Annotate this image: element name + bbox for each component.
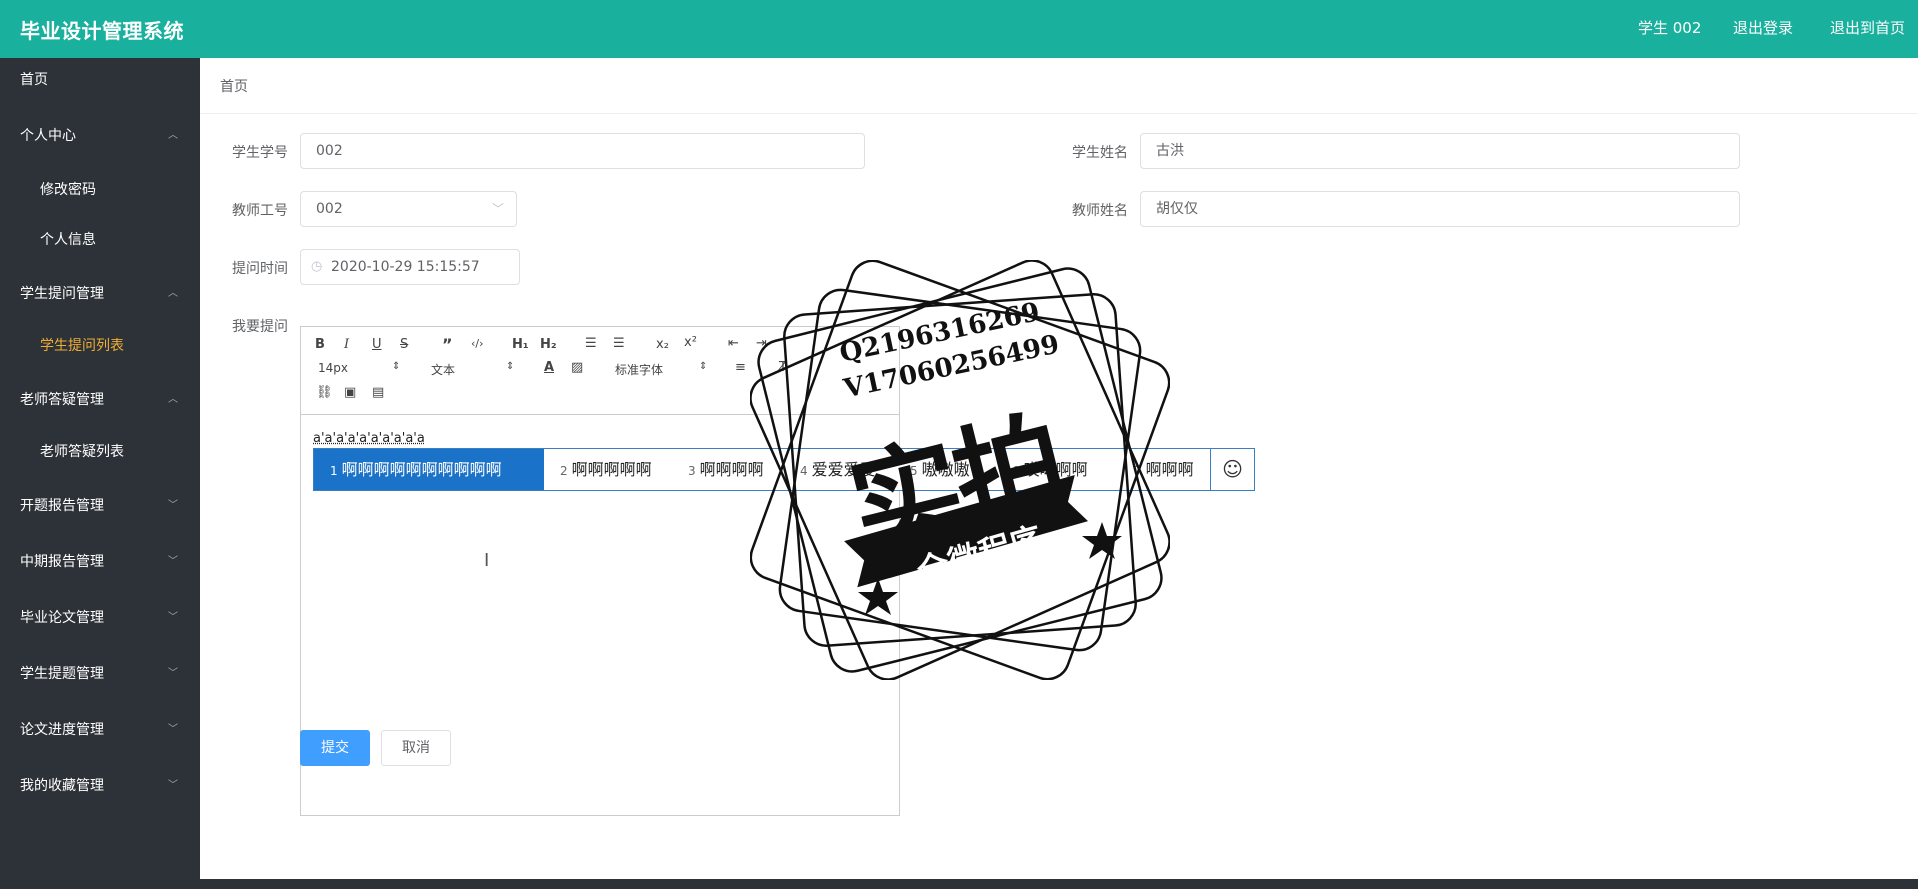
chevron-down-icon: ﹀ [168,612,178,623]
sidebar-item-teacher-answer-list[interactable]: 老师答疑列表 [0,432,200,472]
chevron-updown-icon: ⇕ [392,361,401,372]
chevron-down-icon: ﹀ [168,780,178,791]
divider [200,113,1918,114]
image-icon[interactable]: ▣ [344,385,356,400]
chevron-down-icon: ﹀ [168,556,178,567]
logout-link[interactable]: 退出登录 [1733,17,1793,38]
teacher-name-label: 教师姓名 [1072,203,1128,219]
underline-icon[interactable]: U [372,337,382,352]
question-time-label: 提问时间 [232,261,288,277]
teacher-name-input[interactable]: 胡仅仅 [1140,191,1740,227]
align-icon[interactable]: ≡ [735,360,746,375]
sidebar: 首页 个人中心 ︿ 修改密码 个人信息 学生提问管理 ︿ 学生提问列表 老师答疑管理… [0,58,200,889]
heading2-icon[interactable]: H₂ [540,337,557,352]
sidebar-item-student-question-mgmt[interactable]: 学生提问管理 ︿ [0,274,200,314]
sidebar-item-thesis-mgmt[interactable]: 毕业论文管理 ﹀ [0,598,200,638]
chevron-updown-icon: ⇕ [699,361,708,372]
sidebar-item-midterm-mgmt[interactable]: 中期报告管理 ﹀ [0,542,200,582]
bullet-list-icon[interactable]: ☰ [613,336,625,351]
sidebar-item-personal-info[interactable]: 个人信息 [0,220,200,260]
sidebar-item-home[interactable]: 首页 [0,60,200,100]
sidebar-item-topic-mgmt[interactable]: 学生提题管理 ﹀ [0,654,200,694]
ime-candidate[interactable]: 1 啊啊啊啊啊啊啊啊啊啊 [314,449,544,490]
chevron-up-icon: ︿ [168,288,178,299]
submit-button[interactable]: 提交 [300,730,370,766]
sidebar-item-teacher-answer-mgmt[interactable]: 老师答疑管理 ︿ [0,380,200,420]
font-color-icon[interactable]: A [544,360,554,375]
chevron-down-icon: ﹀ [168,500,178,511]
outdent-icon[interactable]: ⇤ [728,336,739,351]
italic-icon[interactable]: I [344,337,349,352]
app-title: 毕业设计管理系统 [20,19,184,43]
font-size-select[interactable]: 14px [318,361,348,375]
cancel-button[interactable]: 取消 [381,730,451,766]
top-header: 毕业设计管理系统 学生 002 退出登录 退出到首页 [0,0,1918,58]
watermark-stamp: Q2196316269 V17060256499 实拍 全微程序 [749,259,1171,681]
subscript-icon[interactable]: x₂ [656,337,669,352]
student-name-label: 学生姓名 [1072,145,1128,161]
breadcrumb[interactable]: 首页 [220,76,248,96]
student-id-label: 学生学号 [232,145,288,161]
teacher-id-label: 教师工号 [232,203,288,219]
student-name-input[interactable]: 古洪 [1140,133,1740,169]
sidebar-item-student-question-list[interactable]: 学生提问列表 [0,326,200,366]
current-user[interactable]: 学生 002 [1638,17,1701,38]
sidebar-item-change-password[interactable]: 修改密码 [0,170,200,210]
code-icon[interactable]: ‹/› [471,337,484,350]
chevron-down-icon: ﹀ [168,668,178,679]
editor-content[interactable]: a'a'a'a'a'a'a'a'a'a [313,431,425,446]
student-id-input[interactable]: 002 [300,133,865,169]
question-time-picker[interactable]: ◷ 2020-10-29 15:15:57 [300,249,520,285]
chevron-down-icon: ﹀ [168,724,178,735]
sidebar-item-personal-center[interactable]: 个人中心 ︿ [0,116,200,156]
background-color-icon[interactable]: ▨ [571,360,583,375]
back-to-home-link[interactable]: 退出到首页 [1830,17,1905,38]
blockquote-icon[interactable]: ” [442,335,453,354]
font-family-select[interactable]: 标准字体 [615,361,663,378]
ime-candidate[interactable]: 2 啊啊啊啊啊 [560,449,680,490]
superscript-icon[interactable]: x² [684,335,697,350]
question-content-label: 我要提问 [232,319,288,335]
bottom-taskbar [0,879,1918,889]
teacher-id-select[interactable]: 002 ﹀ [300,191,517,227]
sidebar-item-proposal-mgmt[interactable]: 开题报告管理 ﹀ [0,486,200,526]
link-icon[interactable]: ⛓ [316,385,333,400]
sidebar-item-progress-mgmt[interactable]: 论文进度管理 ﹀ [0,710,200,750]
video-icon[interactable]: ▤ [372,385,384,400]
chevron-up-icon: ︿ [168,394,178,405]
heading1-icon[interactable]: H₁ [512,337,529,352]
ordered-list-icon[interactable]: ☰ [585,336,597,351]
bold-icon[interactable]: B [315,337,325,352]
chevron-up-icon: ︿ [168,130,178,141]
text-cursor-icon: I [484,550,490,571]
chevron-updown-icon: ⇕ [506,361,515,372]
block-type-select[interactable]: 文本 [431,361,455,378]
strikethrough-icon[interactable]: S [400,337,408,352]
sidebar-item-favorites-mgmt[interactable]: 我的收藏管理 ﹀ [0,766,200,806]
clock-icon: ◷ [311,259,323,274]
emoji-icon[interactable]: ☺ [1210,449,1254,490]
chevron-down-icon: ﹀ [491,202,504,216]
